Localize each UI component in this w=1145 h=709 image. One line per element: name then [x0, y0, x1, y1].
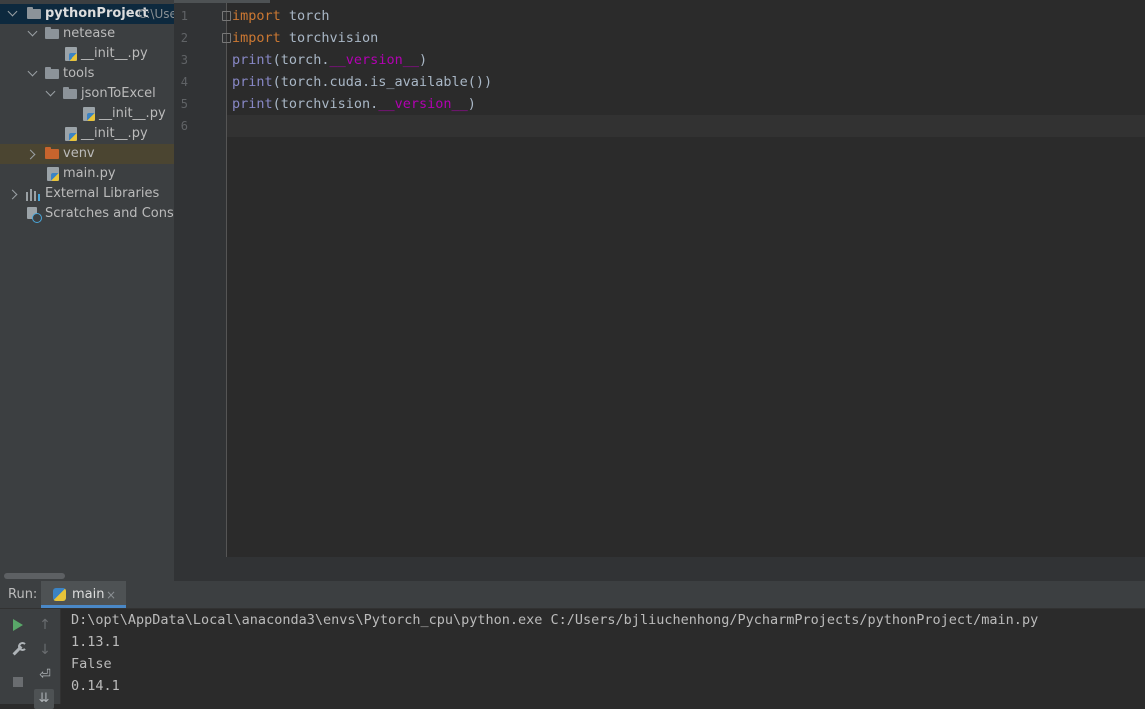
tree-item-label: jsonToExcel — [81, 86, 156, 101]
fold-marker-icon[interactable] — [222, 11, 231, 21]
console-output-line: D:\opt\AppData\Local\anaconda3\envs\Pyto… — [71, 612, 1039, 628]
console-output-line: 0.14.1 — [71, 678, 120, 694]
python-file-icon — [65, 47, 77, 61]
python-file-icon — [83, 107, 95, 121]
line-number: 3 — [180, 53, 188, 67]
current-line-highlight — [227, 115, 1145, 137]
tree-root-pythonproject[interactable]: pythonProject C:\Use — [0, 4, 174, 24]
line-number-gutter: 1 2 3 4 5 6 — [174, 0, 231, 557]
arrow-down-icon[interactable]: ↓ — [35, 640, 55, 660]
tree-item-netease-init[interactable]: __init__.py — [0, 44, 174, 64]
active-tab-underline — [41, 605, 126, 608]
code-line-5[interactable]: print(torchvision.__version__) — [232, 93, 476, 115]
tree-item-venv[interactable]: venv — [0, 144, 174, 164]
run-panel-header: Run: main × — [0, 581, 1145, 609]
chevron-right-icon[interactable] — [25, 149, 36, 160]
run-toolbar: ↑ ↓ ⏎ ⇊ — [0, 609, 61, 709]
library-icon — [26, 188, 41, 201]
chevron-right-icon[interactable] — [7, 189, 18, 200]
code-line-1[interactable]: import torch — [232, 5, 330, 27]
tree-root-path: C:\Use — [138, 7, 174, 21]
tree-item-label: netease — [63, 26, 116, 41]
tree-item-label: External Libraries — [45, 186, 160, 201]
line-number: 5 — [180, 97, 188, 111]
sidebar-scrollbar[interactable] — [4, 573, 65, 579]
tree-item-tools[interactable]: tools — [0, 64, 174, 84]
tree-item-label: main.py — [63, 166, 116, 181]
folder-icon — [27, 7, 41, 19]
console-output-line: 1.13.1 — [71, 634, 120, 650]
tree-item-label: __init__.py — [81, 46, 148, 61]
python-icon — [53, 588, 66, 601]
python-file-icon — [47, 167, 59, 181]
chevron-down-icon[interactable] — [27, 66, 38, 77]
tree-item-tools-init[interactable]: __init__.py — [0, 124, 174, 144]
soft-wrap-icon[interactable]: ⏎ — [35, 665, 55, 685]
run-panel: Run: main × ↑ ↓ ⏎ ⇊ D:\opt\AppData\Local… — [0, 581, 1145, 709]
tree-item-label: __init__.py — [81, 126, 148, 141]
tree-item-main-py[interactable]: main.py — [0, 164, 174, 184]
chevron-down-icon[interactable] — [7, 6, 18, 17]
tree-root-label: pythonProject — [45, 6, 149, 21]
tree-item-external-libraries[interactable]: External Libraries — [0, 184, 174, 204]
stop-icon[interactable] — [8, 672, 28, 692]
tree-item-scratches[interactable]: Scratches and Consoles — [0, 204, 174, 224]
scratch-icon — [27, 207, 42, 223]
python-file-icon — [65, 127, 77, 141]
editor-tab-indicator — [174, 0, 270, 3]
line-number: 2 — [180, 31, 188, 45]
run-panel-title: Run: — [8, 587, 38, 602]
rerun-play-icon[interactable] — [8, 615, 28, 635]
project-tree: pythonProject C:\Use netease __init__.py… — [0, 0, 174, 581]
line-number: 6 — [180, 119, 188, 133]
code-line-2[interactable]: import torchvision — [232, 27, 378, 49]
console-output-line: False — [71, 656, 112, 672]
chevron-down-icon[interactable] — [45, 86, 56, 97]
chevron-down-icon[interactable] — [27, 26, 38, 37]
tree-item-jsontoexcel-init[interactable]: __init__.py — [0, 104, 174, 124]
folder-icon — [45, 27, 59, 39]
code-line-4[interactable]: print(torch.cuda.is_available()) — [232, 71, 492, 93]
folder-icon — [63, 87, 77, 99]
code-line-3[interactable]: print(torch.__version__) — [232, 49, 427, 71]
editor-horizontal-scroll-area — [174, 557, 1145, 581]
tree-item-label: __init__.py — [99, 106, 166, 121]
tree-item-label: tools — [63, 66, 95, 81]
folder-icon — [45, 67, 59, 79]
wrench-icon[interactable] — [8, 640, 28, 660]
tree-item-netease[interactable]: netease — [0, 24, 174, 44]
line-number: 1 — [180, 9, 188, 23]
tree-item-jsontoexcel[interactable]: jsonToExcel — [0, 84, 174, 104]
tree-item-label: Scratches and Consoles — [45, 206, 174, 221]
tree-item-label: venv — [63, 146, 95, 161]
run-tab-main[interactable]: main × — [41, 581, 126, 608]
fold-marker-icon[interactable] — [222, 33, 231, 43]
arrow-up-icon[interactable]: ↑ — [35, 615, 55, 635]
code-editor[interactable]: 1 2 3 4 5 6 import torch import torchvis… — [174, 0, 1145, 557]
folder-icon — [45, 147, 59, 159]
line-number: 4 — [180, 75, 188, 89]
scroll-to-end-icon[interactable]: ⇊ — [34, 689, 54, 709]
